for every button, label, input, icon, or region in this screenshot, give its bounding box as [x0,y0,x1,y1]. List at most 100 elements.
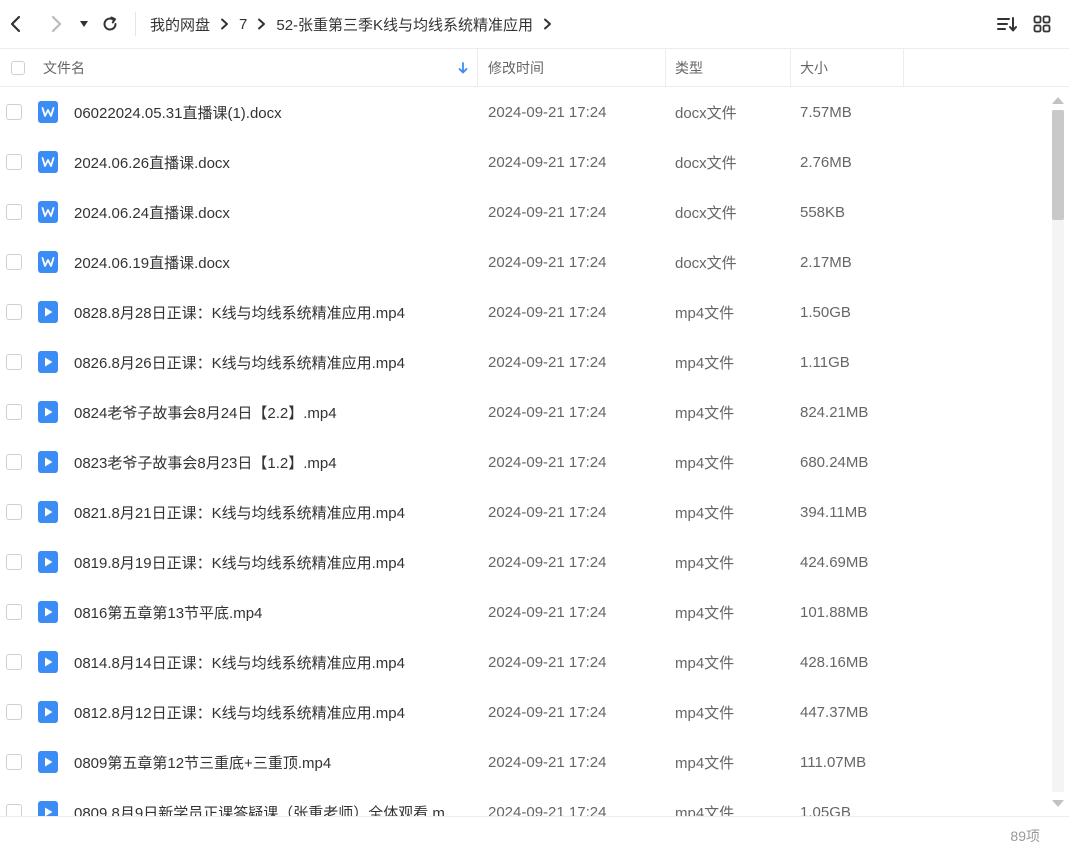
file-row[interactable]: 0823老爷子故事会8月23日【1.2】.mp4 2024-09-21 17:2… [0,437,1050,487]
scroll-up-arrow-icon[interactable] [1051,93,1065,105]
row-checkbox[interactable] [6,787,22,816]
file-modified-time: 2024-09-21 17:24 [488,553,607,571]
file-size: 1.11GB [800,353,850,371]
file-name[interactable]: 0812.8月12日正课：K线与均线系统精准应用.mp4 [74,687,405,737]
row-checkbox[interactable] [6,737,22,787]
file-modified-time: 2024-09-21 17:24 [488,353,607,371]
refresh-button[interactable] [96,10,124,38]
file-row[interactable]: 2024.06.19直播课.docx 2024-09-21 17:24 docx… [0,237,1050,287]
file-row[interactable]: 0824老爷子故事会8月24日【2.2】.mp4 2024-09-21 17:2… [0,387,1050,437]
file-row[interactable]: 2024.06.26直播课.docx 2024-09-21 17:24 docx… [0,137,1050,187]
file-name[interactable]: 0824老爷子故事会8月24日【2.2】.mp4 [74,387,337,437]
file-size: 2.76MB [800,153,852,171]
breadcrumb-item-folder[interactable]: 7 [239,16,247,33]
row-checkbox[interactable] [6,687,22,737]
file-type: docx文件 [675,204,737,222]
file-name[interactable]: 2024.06.19直播课.docx [74,237,230,287]
word-doc-icon [38,151,58,173]
file-row[interactable]: 0814.8月14日正课：K线与均线系统精准应用.mp4 2024-09-21 … [0,637,1050,687]
caret-down-icon [80,21,88,27]
file-row[interactable]: 0809第五章第12节三重底+三重顶.mp4 2024-09-21 17:24 … [0,737,1050,787]
file-type: mp4文件 [675,754,735,772]
refresh-icon [103,16,117,31]
file-row[interactable]: 0819.8月19日正课：K线与均线系统精准应用.mp4 2024-09-21 … [0,537,1050,587]
row-checkbox[interactable] [6,137,22,187]
file-icon [38,337,58,387]
column-header-modified[interactable]: 修改时间 [488,49,544,86]
view-toggle-button[interactable] [1028,10,1056,38]
file-name[interactable]: 0816第五章第13节平底.mp4 [74,587,262,637]
scrollbar-thumb[interactable] [1052,110,1064,220]
breadcrumb-item-root[interactable]: 我的网盘 [150,14,210,35]
column-header-size[interactable]: 大小 [800,49,828,86]
back-button[interactable] [2,10,30,38]
file-size: 101.88MB [800,603,869,621]
column-divider [903,49,904,86]
item-count: 89项 [1010,828,1040,844]
column-divider [665,49,666,86]
row-checkbox[interactable] [6,637,22,687]
file-size: 447.37MB [800,703,869,721]
file-name[interactable]: 06022024.05.31直播课(1).docx [74,87,282,137]
file-name[interactable]: 0819.8月19日正课：K线与均线系统精准应用.mp4 [74,537,405,587]
file-size: 824.21MB [800,403,869,421]
file-row[interactable]: 2024.06.24直播课.docx 2024-09-21 17:24 docx… [0,187,1050,237]
file-row[interactable]: 0812.8月12日正课：K线与均线系统精准应用.mp4 2024-09-21 … [0,687,1050,737]
row-checkbox[interactable] [6,87,22,137]
sort-button[interactable] [993,10,1021,38]
video-play-icon [38,551,58,573]
status-bar: 89项 [0,816,1069,855]
select-all-checkbox[interactable] [11,49,25,86]
row-checkbox[interactable] [6,287,22,337]
file-modified-time: 2024-09-21 17:24 [488,253,607,271]
scroll-down-arrow-icon[interactable] [1051,797,1065,809]
column-header-name[interactable]: 文件名 [43,49,85,86]
file-name[interactable]: 0809第五章第12节三重底+三重顶.mp4 [74,737,331,787]
column-divider [477,49,478,86]
column-header-type[interactable]: 类型 [675,49,703,86]
row-checkbox[interactable] [6,337,22,387]
file-row[interactable]: 0809.8月9日新学员正课答疑课（张重老师）全体观看.m 2024-09-21… [0,787,1050,816]
file-name[interactable]: 0809.8月9日新学员正课答疑课（张重老师）全体观看.m [74,787,445,817]
history-dropdown-button[interactable] [70,10,98,38]
file-name[interactable]: 0823老爷子故事会8月23日【1.2】.mp4 [74,437,337,487]
chevron-right-icon[interactable] [543,18,552,30]
file-name[interactable]: 0828.8月28日正课：K线与均线系统精准应用.mp4 [74,287,405,337]
file-row[interactable]: 0828.8月28日正课：K线与均线系统精准应用.mp4 2024-09-21 … [0,287,1050,337]
breadcrumb-item-current[interactable]: 52-张重第三季K线与均线系统精准应用 [276,14,533,35]
breadcrumb: 我的网盘 7 52-张重第三季K线与均线系统精准应用 [150,0,562,48]
file-size: 428.16MB [800,653,869,671]
file-icon [38,537,58,587]
file-modified-time: 2024-09-21 17:24 [488,503,607,521]
row-checkbox[interactable] [6,437,22,487]
file-row[interactable]: 06022024.05.31直播课(1).docx 2024-09-21 17:… [0,87,1050,137]
row-checkbox[interactable] [6,187,22,237]
file-list-header: 文件名 修改时间 类型 大小 [0,49,1069,87]
row-checkbox[interactable] [6,537,22,587]
row-checkbox[interactable] [6,587,22,637]
sort-desc-arrow-icon[interactable] [458,49,468,86]
video-play-icon [38,701,58,723]
row-checkbox[interactable] [6,387,22,437]
file-icon [38,87,58,137]
file-name[interactable]: 0821.8月21日正课：K线与均线系统精准应用.mp4 [74,487,405,537]
file-row[interactable]: 0821.8月21日正课：K线与均线系统精准应用.mp4 2024-09-21 … [0,487,1050,537]
file-name[interactable]: 2024.06.24直播课.docx [74,187,230,237]
file-name[interactable]: 0814.8月14日正课：K线与均线系统精准应用.mp4 [74,637,405,687]
video-play-icon [38,651,58,673]
chevron-right-icon [257,18,266,30]
top-nav-bar: 我的网盘 7 52-张重第三季K线与均线系统精准应用 [0,0,1069,49]
file-modified-time: 2024-09-21 17:24 [488,803,607,817]
file-name[interactable]: 0826.8月26日正课：K线与均线系统精准应用.mp4 [74,337,405,387]
file-name[interactable]: 2024.06.26直播课.docx [74,137,230,187]
grid-view-icon [1033,15,1051,33]
file-type: mp4文件 [675,354,735,372]
file-type: mp4文件 [675,304,735,322]
word-doc-icon [38,101,58,123]
forward-button[interactable] [42,10,70,38]
row-checkbox[interactable] [6,487,22,537]
file-row[interactable]: 0816第五章第13节平底.mp4 2024-09-21 17:24 mp4文件… [0,587,1050,637]
file-row[interactable]: 0826.8月26日正课：K线与均线系统精准应用.mp4 2024-09-21 … [0,337,1050,387]
row-checkbox[interactable] [6,237,22,287]
file-type: mp4文件 [675,404,735,422]
